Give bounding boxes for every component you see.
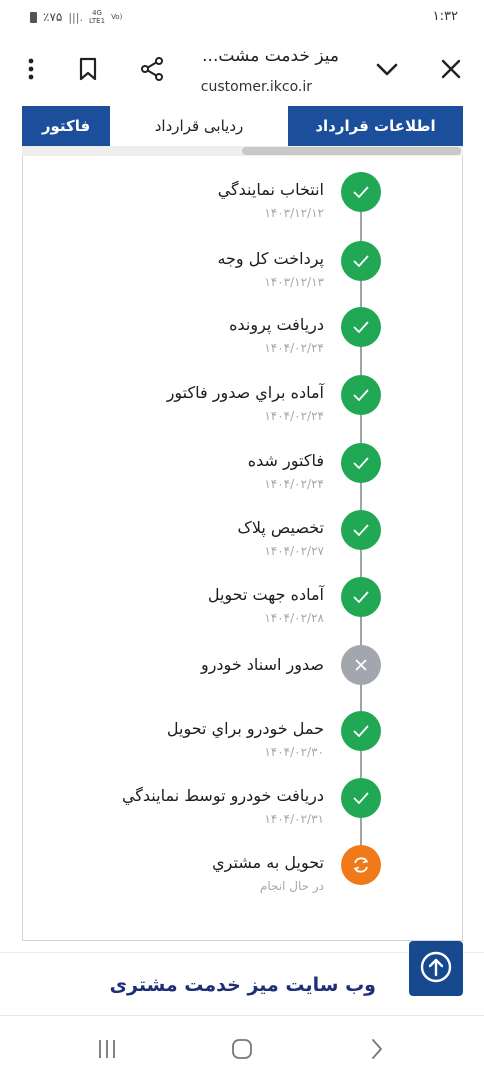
step-title: تخصيص پلاک <box>237 518 325 537</box>
tabs-scrollbar[interactable] <box>22 146 463 156</box>
chevron-down-icon[interactable] <box>372 54 402 84</box>
signal-icon: |||. <box>68 10 83 24</box>
page-url[interactable]: customer.ikco.ir <box>201 79 312 95</box>
refresh-icon <box>341 845 381 885</box>
network-type: 4G LTE1 <box>89 9 105 25</box>
back-icon[interactable] <box>362 1036 392 1062</box>
x-icon <box>341 645 381 685</box>
timeline-step: دريافت پرونده ۱۴۰۴/۰۲/۲۴ <box>23 307 462 373</box>
timeline-step: حمل خودرو براي تحويل ۱۴۰۴/۰۲/۳۰ <box>23 711 462 777</box>
timeline-step: تخصيص پلاک ۱۴۰۴/۰۲/۲۷ <box>23 510 462 576</box>
scrollbar-thumb[interactable] <box>242 147 461 155</box>
step-title: فاكتور شده <box>247 451 324 470</box>
step-title: آماده براي صدور فاكتور <box>166 383 324 402</box>
volte-indicator: Vo) <box>111 13 123 21</box>
step-date: ۱۴۰۳/۱۲/۱۳ <box>264 275 324 289</box>
timeline-step: انتخاب نمايندگي ۱۴۰۳/۱۲/۱۲ <box>23 172 462 238</box>
home-icon[interactable] <box>227 1036 257 1062</box>
check-icon <box>341 778 381 818</box>
step-date: ۱۴۰۴/۰۲/۲۴ <box>264 341 324 355</box>
timeline-step: فاكتور شده ۱۴۰۴/۰۲/۲۴ <box>23 443 462 509</box>
network-bottom: LTE1 <box>88 17 106 25</box>
check-icon <box>341 241 381 281</box>
battery-icon <box>30 11 37 23</box>
check-icon <box>341 711 381 751</box>
step-title: صدور اسناد خودرو <box>200 655 324 674</box>
step-title: آماده جهت تحويل <box>207 585 324 604</box>
share-icon[interactable] <box>137 54 167 84</box>
step-date: ۱۴۰۴/۰۲/۲۷ <box>264 544 324 558</box>
tracking-card: انتخاب نمايندگي ۱۴۰۳/۱۲/۱۲ پرداخت كل وجه… <box>22 156 463 941</box>
recents-icon[interactable] <box>92 1036 122 1062</box>
step-title: حمل خودرو براي تحويل <box>166 719 324 738</box>
step-title: دريافت پرونده <box>229 315 324 334</box>
timeline-step: پرداخت كل وجه ۱۴۰۳/۱۲/۱۳ <box>23 241 462 307</box>
more-vert-icon[interactable] <box>16 54 46 84</box>
step-date: ۱۴۰۴/۰۲/۳۰ <box>264 745 324 759</box>
arrow-up-icon <box>419 950 453 988</box>
step-date: ۱۴۰۴/۰۲/۳۱ <box>264 812 324 826</box>
step-title: پرداخت كل وجه <box>217 249 324 268</box>
timeline-step: دريافت خودرو توسط نمايندگي ۱۴۰۴/۰۲/۳۱ <box>23 778 462 844</box>
timeline-step: تحويل به مشتري در حال انجام <box>23 845 462 911</box>
clock: ۱:۳۲ <box>432 9 458 24</box>
browser-toolbar: میز خدمت مشت... customer.ikco.ir <box>0 34 484 106</box>
timeline-step: آماده جهت تحويل ۱۴۰۴/۰۲/۲۸ <box>23 577 462 643</box>
step-date: ۱۴۰۴/۰۲/۲۴ <box>264 409 324 423</box>
bookmark-icon[interactable] <box>73 54 103 84</box>
step-title: تحويل به مشتري <box>212 853 324 872</box>
status-left: ٪۷۵ |||. 4G LTE1 Vo) <box>30 9 122 25</box>
step-date: ۱۴۰۴/۰۲/۲۸ <box>264 611 324 625</box>
check-icon <box>341 577 381 617</box>
step-title: انتخاب نمايندگي <box>217 180 324 199</box>
step-date: ۱۴۰۳/۱۲/۱۲ <box>264 206 324 220</box>
step-date: ۱۴۰۴/۰۲/۲۴ <box>264 477 324 491</box>
check-icon <box>341 172 381 212</box>
step-title: دريافت خودرو توسط نمايندگي <box>121 786 324 805</box>
close-icon[interactable] <box>436 54 466 84</box>
tab-invoice[interactable]: فاکتور <box>22 106 110 146</box>
check-icon <box>341 443 381 483</box>
network-top: 4G <box>92 9 102 17</box>
page-title[interactable]: میز خدمت مشت... <box>202 46 339 66</box>
customer-service-website-link[interactable]: وب سایت میز خدمت مشتری <box>110 974 376 996</box>
check-icon <box>341 375 381 415</box>
check-icon <box>341 510 381 550</box>
system-nav-bar <box>0 1016 484 1080</box>
step-status-text: در حال انجام <box>259 879 324 893</box>
tab-contract-tracking[interactable]: ردیابی قرارداد <box>110 106 288 147</box>
check-icon <box>341 307 381 347</box>
contract-tabs: اطلاعات قرارداد ردیابی قرارداد فاکتور <box>22 106 463 147</box>
tab-contract-info[interactable]: اطلاعات قرارداد <box>288 106 463 146</box>
battery-level: ٪۷۵ <box>43 10 63 24</box>
timeline-step: صدور اسناد خودرو <box>23 645 462 711</box>
timeline-step: آماده براي صدور فاكتور ۱۴۰۴/۰۲/۲۴ <box>23 375 462 441</box>
status-bar: ٪۷۵ |||. 4G LTE1 Vo) ۱:۳۲ <box>0 0 484 34</box>
scroll-to-top-button[interactable] <box>409 941 463 996</box>
